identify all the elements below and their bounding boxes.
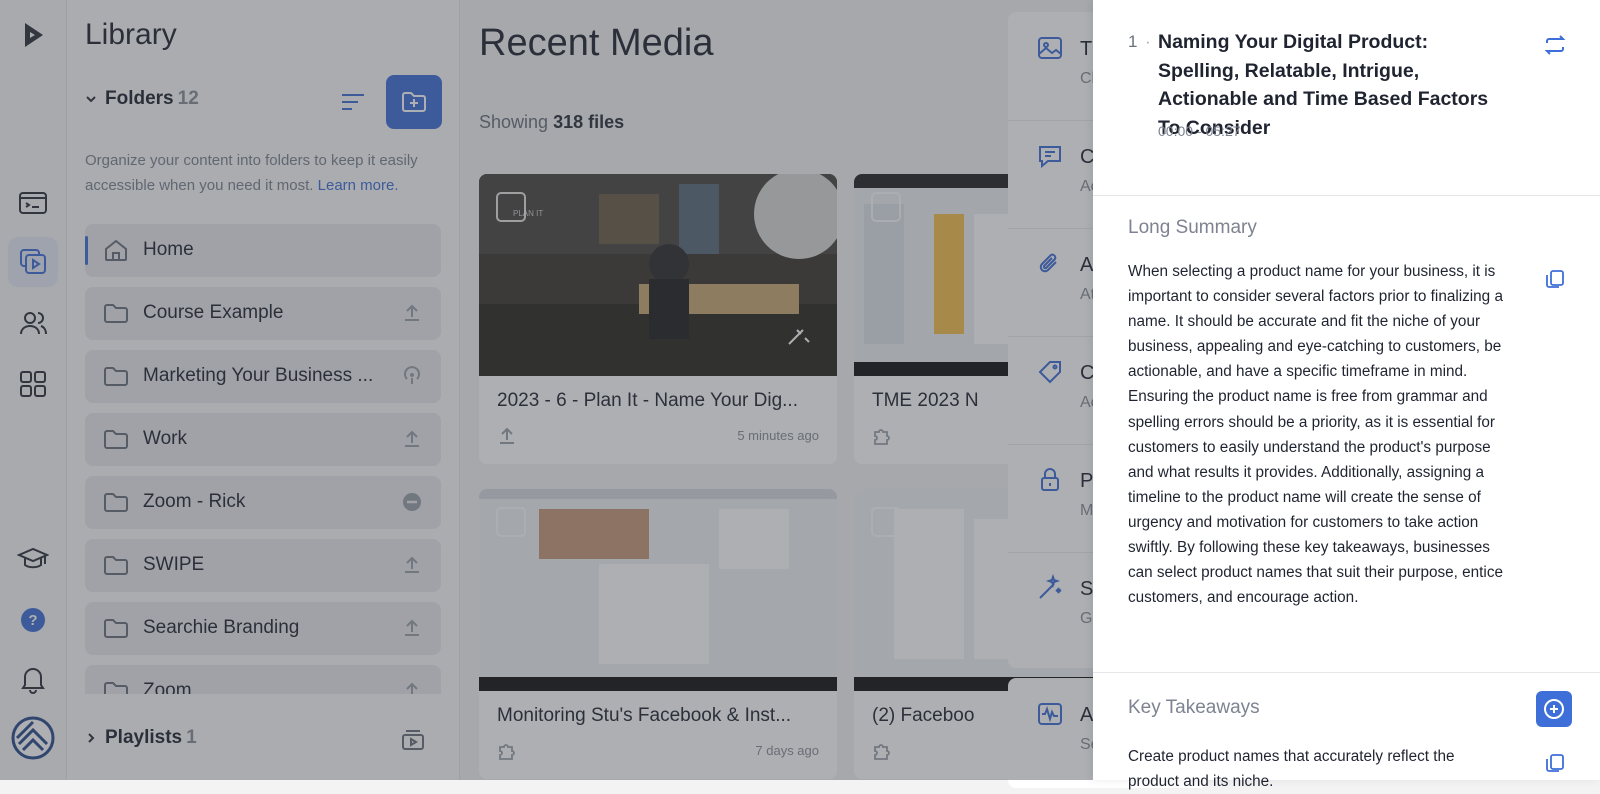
divider (1093, 672, 1600, 673)
divider (1093, 195, 1600, 196)
key-takeaway-text: Create product names that accurately ref… (1128, 748, 1455, 791)
chapter-number: 1 (1128, 32, 1138, 51)
copy-icon[interactable] (1544, 268, 1566, 290)
chapter-time: 00:00 - 05:27 (1158, 123, 1241, 139)
long-summary-heading: Long Summary (1128, 217, 1257, 238)
chapter-summary-drawer: 1 · Naming Your Digital Product: Spellin… (1093, 0, 1600, 790)
plus-circle-icon (1544, 699, 1564, 719)
add-takeaway-button[interactable] (1536, 691, 1572, 727)
long-summary-text: When selecting a product name for your b… (1128, 263, 1503, 607)
repeat-icon[interactable] (1543, 34, 1567, 56)
key-takeaways-heading: Key Takeaways (1128, 697, 1260, 718)
chapter-separator: · (1145, 32, 1151, 51)
copy-icon[interactable] (1544, 752, 1566, 774)
